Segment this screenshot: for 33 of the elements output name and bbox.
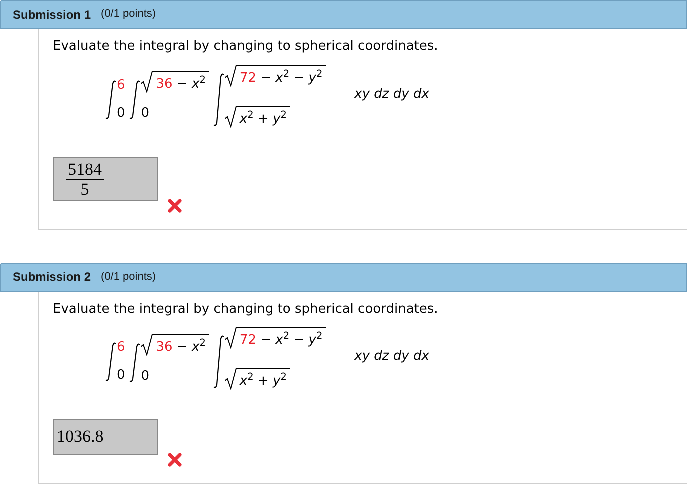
integrand: xy dz dy dx: [354, 348, 430, 366]
integral-sign-icon: [212, 72, 225, 126]
denominator: 5: [80, 180, 90, 198]
math-term: 0: [117, 368, 126, 383]
math-term: − x$^{2}$ − y$^{2}$: [260, 70, 323, 86]
integral-sign-icon: [212, 335, 225, 389]
points: (0/1 points): [101, 7, 156, 22]
math-term: x$^{2}$ + y$^{2}$: [240, 374, 287, 389]
math-term: 6: [117, 78, 126, 92]
submission-title: Submission 2: [13, 269, 92, 286]
numerator: 5184: [66, 160, 104, 180]
math-term: 72: [240, 70, 256, 86]
points: (0/1 points): [101, 270, 156, 285]
answer-value: 1036.8: [57, 426, 104, 448]
math-term: 0: [141, 106, 150, 121]
math-term: 72: [240, 333, 256, 348]
question-text: Evaluate the integral by changing to spherical coordinates.: [53, 38, 440, 56]
integrand: xy dz dy dx: [354, 86, 430, 104]
submission-title: Submission 1: [13, 6, 92, 24]
integral-sign-icon: [105, 80, 117, 120]
integral-sign-icon: [129, 342, 142, 382]
math-term: − x$^{2}$: [176, 77, 206, 92]
math-term: 36: [156, 77, 173, 92]
math-term: − x$^{2}$ − y$^{2}$: [260, 333, 323, 348]
math-term: 6: [117, 340, 126, 355]
math-term: x$^{2}$ + y$^{2}$: [240, 112, 287, 126]
question-text: Evaluate the integral by changing to spherical coordinates.: [53, 300, 440, 318]
math-term: − x$^{2}$: [176, 340, 206, 354]
math-term: 36: [156, 340, 173, 354]
math-term: 0: [117, 106, 126, 120]
integral-sign-icon: [105, 342, 117, 382]
math-term: 0: [141, 368, 150, 384]
integral-sign-icon: [129, 80, 142, 120]
